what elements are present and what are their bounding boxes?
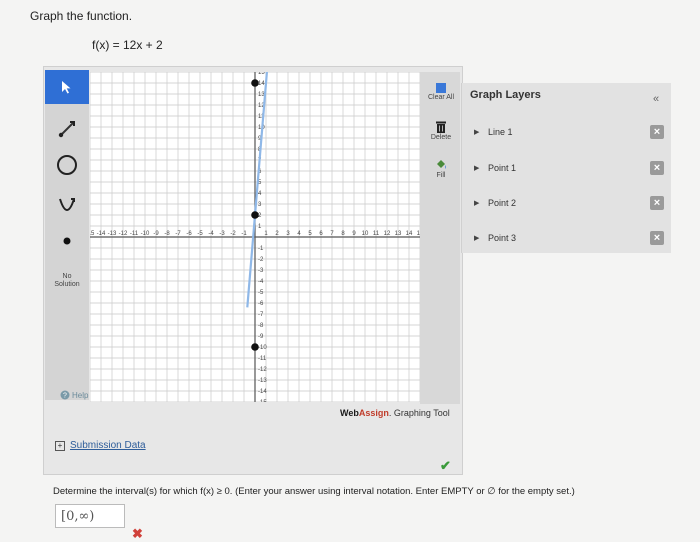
expand-arrow-icon[interactable]: ▶ [474, 128, 484, 136]
interval-question: Determine the interval(s) for which f(x)… [53, 486, 575, 497]
x-tick-label: -9 [153, 231, 159, 237]
y-tick-label: -9 [258, 334, 264, 340]
y-tick-label: -14 [258, 389, 267, 395]
incorrect-x-icon: ✖ [132, 526, 143, 541]
clear-all-label: Clear All [427, 94, 455, 101]
y-tick-label: -5 [258, 290, 264, 296]
remove-layer-icon[interactable]: × [650, 125, 664, 139]
x-tick-label: -15 [90, 231, 95, 237]
layer-item-point-1[interactable]: ▶ Point 1 × [474, 159, 664, 177]
pointer-icon [62, 81, 71, 94]
y-tick-label: -11 [258, 356, 267, 362]
plotted-point [251, 211, 259, 219]
y-tick-label: -7 [258, 312, 264, 318]
expand-arrow-icon[interactable]: ▶ [474, 164, 484, 172]
layer-item-point-3[interactable]: ▶ Point 3 × [474, 229, 664, 247]
svg-text:?: ? [63, 393, 67, 400]
circle-tool-button[interactable] [45, 148, 89, 182]
parabola-icon [59, 198, 75, 211]
circle-icon [57, 155, 77, 175]
remove-layer-icon[interactable]: × [650, 196, 664, 210]
x-tick-label: -7 [175, 231, 181, 237]
y-tick-label: -6 [258, 301, 264, 307]
x-tick-label: 13 [395, 231, 402, 237]
x-tick-label: -3 [219, 231, 225, 237]
correct-check-icon: ✔ [440, 458, 451, 473]
y-tick-label: -10 [258, 345, 267, 351]
x-tick-label: -8 [164, 231, 170, 237]
x-tick-label: -6 [186, 231, 192, 237]
question-prompt: Graph the function. [30, 9, 133, 23]
help-icon: ? [60, 390, 70, 400]
layer-label: Line 1 [488, 127, 513, 137]
remove-layer-icon[interactable]: × [650, 231, 664, 245]
layer-label: Point 3 [488, 233, 517, 243]
x-tick-label: 10 [362, 231, 369, 237]
submission-data-label: Submission Data [70, 440, 146, 451]
y-tick-label: 15 [258, 72, 265, 76]
function-formula: f(x) = 12x + 2 [92, 38, 163, 52]
graph-canvas[interactable]: -15-14-13-12-11-10-9-8-7-6-5-4-3-2-11234… [90, 72, 420, 402]
remove-layer-icon[interactable]: × [650, 161, 664, 175]
expand-arrow-icon[interactable]: ▶ [474, 234, 484, 242]
layer-label: Point 2 [488, 198, 517, 208]
x-tick-label: 12 [384, 231, 391, 237]
y-tick-label: -13 [258, 378, 267, 384]
parabola-tool-button[interactable] [45, 188, 89, 222]
brand-suffix: . Graphing Tool [388, 408, 450, 418]
graph-layers-title: Graph Layers [470, 89, 541, 101]
delete-button[interactable]: Delete [423, 120, 459, 141]
layer-item-line-1[interactable]: ▶ Line 1 × [474, 123, 664, 141]
x-tick-label: 11 [373, 231, 380, 237]
y-tick-label: -4 [258, 279, 264, 285]
plotted-point [251, 79, 259, 87]
submission-data-toggle[interactable]: + Submission Data [55, 440, 146, 451]
x-tick-label: -11 [130, 231, 139, 237]
y-tick-label: -15 [258, 400, 267, 402]
plotted-point [251, 343, 259, 351]
help-link[interactable]: ? Help [60, 390, 88, 400]
x-tick-label: -14 [97, 231, 106, 237]
fill-label: Fill [436, 172, 446, 179]
x-tick-label: -4 [208, 231, 214, 237]
no-solution-label-line1: No [62, 273, 72, 280]
fill-button[interactable]: Fill [423, 158, 459, 179]
clear-all-icon [436, 83, 446, 93]
brand-web: Web [340, 408, 359, 418]
x-tick-label: -12 [119, 231, 128, 237]
x-tick-label: -5 [197, 231, 203, 237]
no-solution-button[interactable]: No Solution [45, 264, 89, 298]
line-tool-button[interactable] [45, 112, 89, 146]
trash-icon [436, 121, 446, 133]
layer-item-point-2[interactable]: ▶ Point 2 × [474, 194, 664, 212]
y-tick-label: -2 [258, 257, 264, 263]
fill-bucket-icon [437, 160, 446, 169]
y-tick-label: -8 [258, 323, 264, 329]
x-tick-label: 14 [406, 231, 413, 237]
answer-input[interactable]: [0,∞) [55, 504, 125, 528]
expand-arrow-icon[interactable]: ▶ [474, 199, 484, 207]
webassign-brand: WebAssign. Graphing Tool [340, 408, 450, 418]
y-tick-label: -12 [258, 367, 267, 373]
y-tick-label: 14 [258, 81, 265, 87]
x-tick-label: -2 [230, 231, 236, 237]
line-icon [58, 121, 75, 138]
expand-plus-icon: + [55, 440, 65, 451]
help-label: Help [72, 390, 89, 400]
clear-all-button[interactable]: Clear All [423, 82, 459, 101]
layer-label: Point 1 [488, 163, 517, 173]
x-tick-label: -10 [141, 231, 150, 237]
point-tool-button[interactable] [45, 224, 89, 258]
collapse-layers-button[interactable]: « [653, 93, 659, 105]
pointer-tool-button[interactable] [45, 70, 89, 104]
x-tick-label: -1 [241, 231, 247, 237]
no-solution-label-line2: Solution [54, 281, 80, 288]
point-icon [63, 237, 71, 245]
y-tick-label: -1 [258, 246, 264, 252]
y-tick-label: -3 [258, 268, 264, 274]
x-tick-label: -13 [108, 231, 117, 237]
delete-label: Delete [430, 134, 452, 141]
brand-assign: Assign [358, 408, 389, 418]
